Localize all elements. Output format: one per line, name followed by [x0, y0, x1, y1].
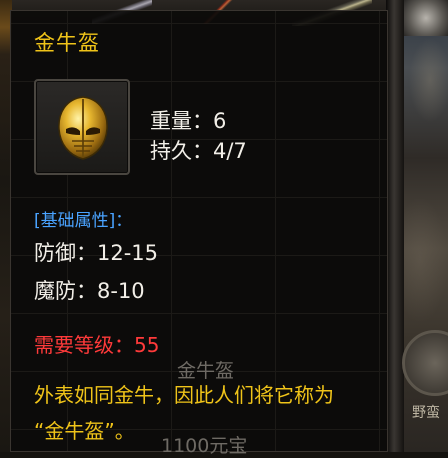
level-requirement: 需要等级：55	[34, 333, 160, 357]
item-description: 外表如同金牛，因此人们将它称为 “金牛盔”。	[34, 377, 394, 449]
description-line-2: “金牛盔”。	[34, 419, 135, 443]
defense-stat: 防御：12-15	[34, 241, 159, 265]
item-icon-frame	[34, 79, 130, 175]
item-name: 金牛盔	[34, 31, 100, 55]
durability-stat: 持久：4/7	[150, 139, 247, 163]
magic-defense-stat: 魔防：8-10	[34, 279, 145, 303]
base-attributes-heading: [基础属性]：	[34, 211, 133, 231]
golden-helmet-icon	[58, 96, 108, 160]
side-label: 野蛮	[412, 405, 440, 421]
description-line-1: 外表如同金牛，因此人们将它称为	[34, 383, 334, 407]
weight-stat: 重量：6	[150, 109, 227, 133]
orb-icon	[404, 0, 448, 36]
item-tooltip: 金牛盔 1100元宝 金牛盔 重量：6 持久：4/7 [基础属性]： 防御：12…	[10, 10, 388, 457]
